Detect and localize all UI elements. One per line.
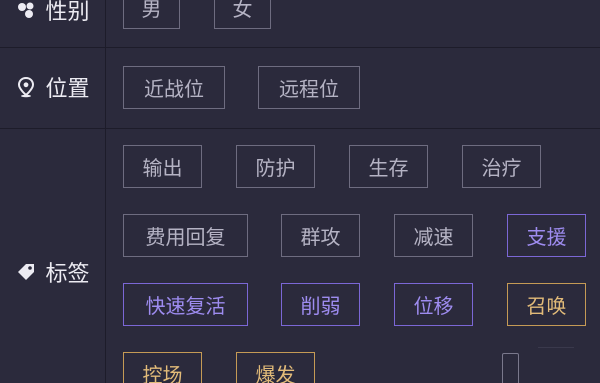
gender-label: 性别 xyxy=(45,0,90,25)
tag-option-fast-revive[interactable]: 快速复活 xyxy=(123,283,248,326)
filter-panel: 性别 男 女 位置 近战位 远程位 标签 输出 防护 生存 治疗 费用回复 群攻… xyxy=(0,0,600,383)
tag-icon xyxy=(15,261,37,283)
column-divider xyxy=(105,0,106,383)
tags-label: 标签 xyxy=(45,262,90,287)
tag-option-slow[interactable]: 减速 xyxy=(394,214,473,257)
tag-option-displacement[interactable]: 位移 xyxy=(394,283,473,326)
tag-option-cost-recovery[interactable]: 费用回复 xyxy=(123,214,248,257)
gender-icon xyxy=(15,0,37,21)
tags-row-label: 标签 xyxy=(0,252,105,292)
gender-row-label: 性别 xyxy=(0,0,105,30)
position-option-ranged[interactable]: 远程位 xyxy=(258,66,360,109)
tag-option-protect[interactable]: 防护 xyxy=(236,145,315,188)
tag-option-output[interactable]: 输出 xyxy=(123,145,202,188)
tag-option-summon[interactable]: 召唤 xyxy=(507,283,586,326)
location-pin-icon xyxy=(15,76,37,98)
faint-divider xyxy=(538,347,574,348)
row-divider-gender xyxy=(0,47,600,48)
tag-option-support[interactable]: 支援 xyxy=(507,214,586,257)
row-divider-position xyxy=(0,128,600,129)
tag-option-weaken[interactable]: 削弱 xyxy=(281,283,360,326)
tag-option-burst[interactable]: 爆发 xyxy=(236,352,315,383)
gender-option-male[interactable]: 男 xyxy=(123,0,180,29)
gender-option-female[interactable]: 女 xyxy=(214,0,271,29)
position-row-label: 位置 xyxy=(0,67,105,107)
scroll-handle[interactable] xyxy=(502,353,519,383)
position-label: 位置 xyxy=(45,77,90,102)
tag-option-aoe[interactable]: 群攻 xyxy=(281,214,360,257)
position-option-melee[interactable]: 近战位 xyxy=(123,66,225,109)
tag-option-survive[interactable]: 生存 xyxy=(349,145,428,188)
tag-option-heal[interactable]: 治疗 xyxy=(462,145,541,188)
tag-option-crowd-control[interactable]: 控场 xyxy=(123,352,202,383)
